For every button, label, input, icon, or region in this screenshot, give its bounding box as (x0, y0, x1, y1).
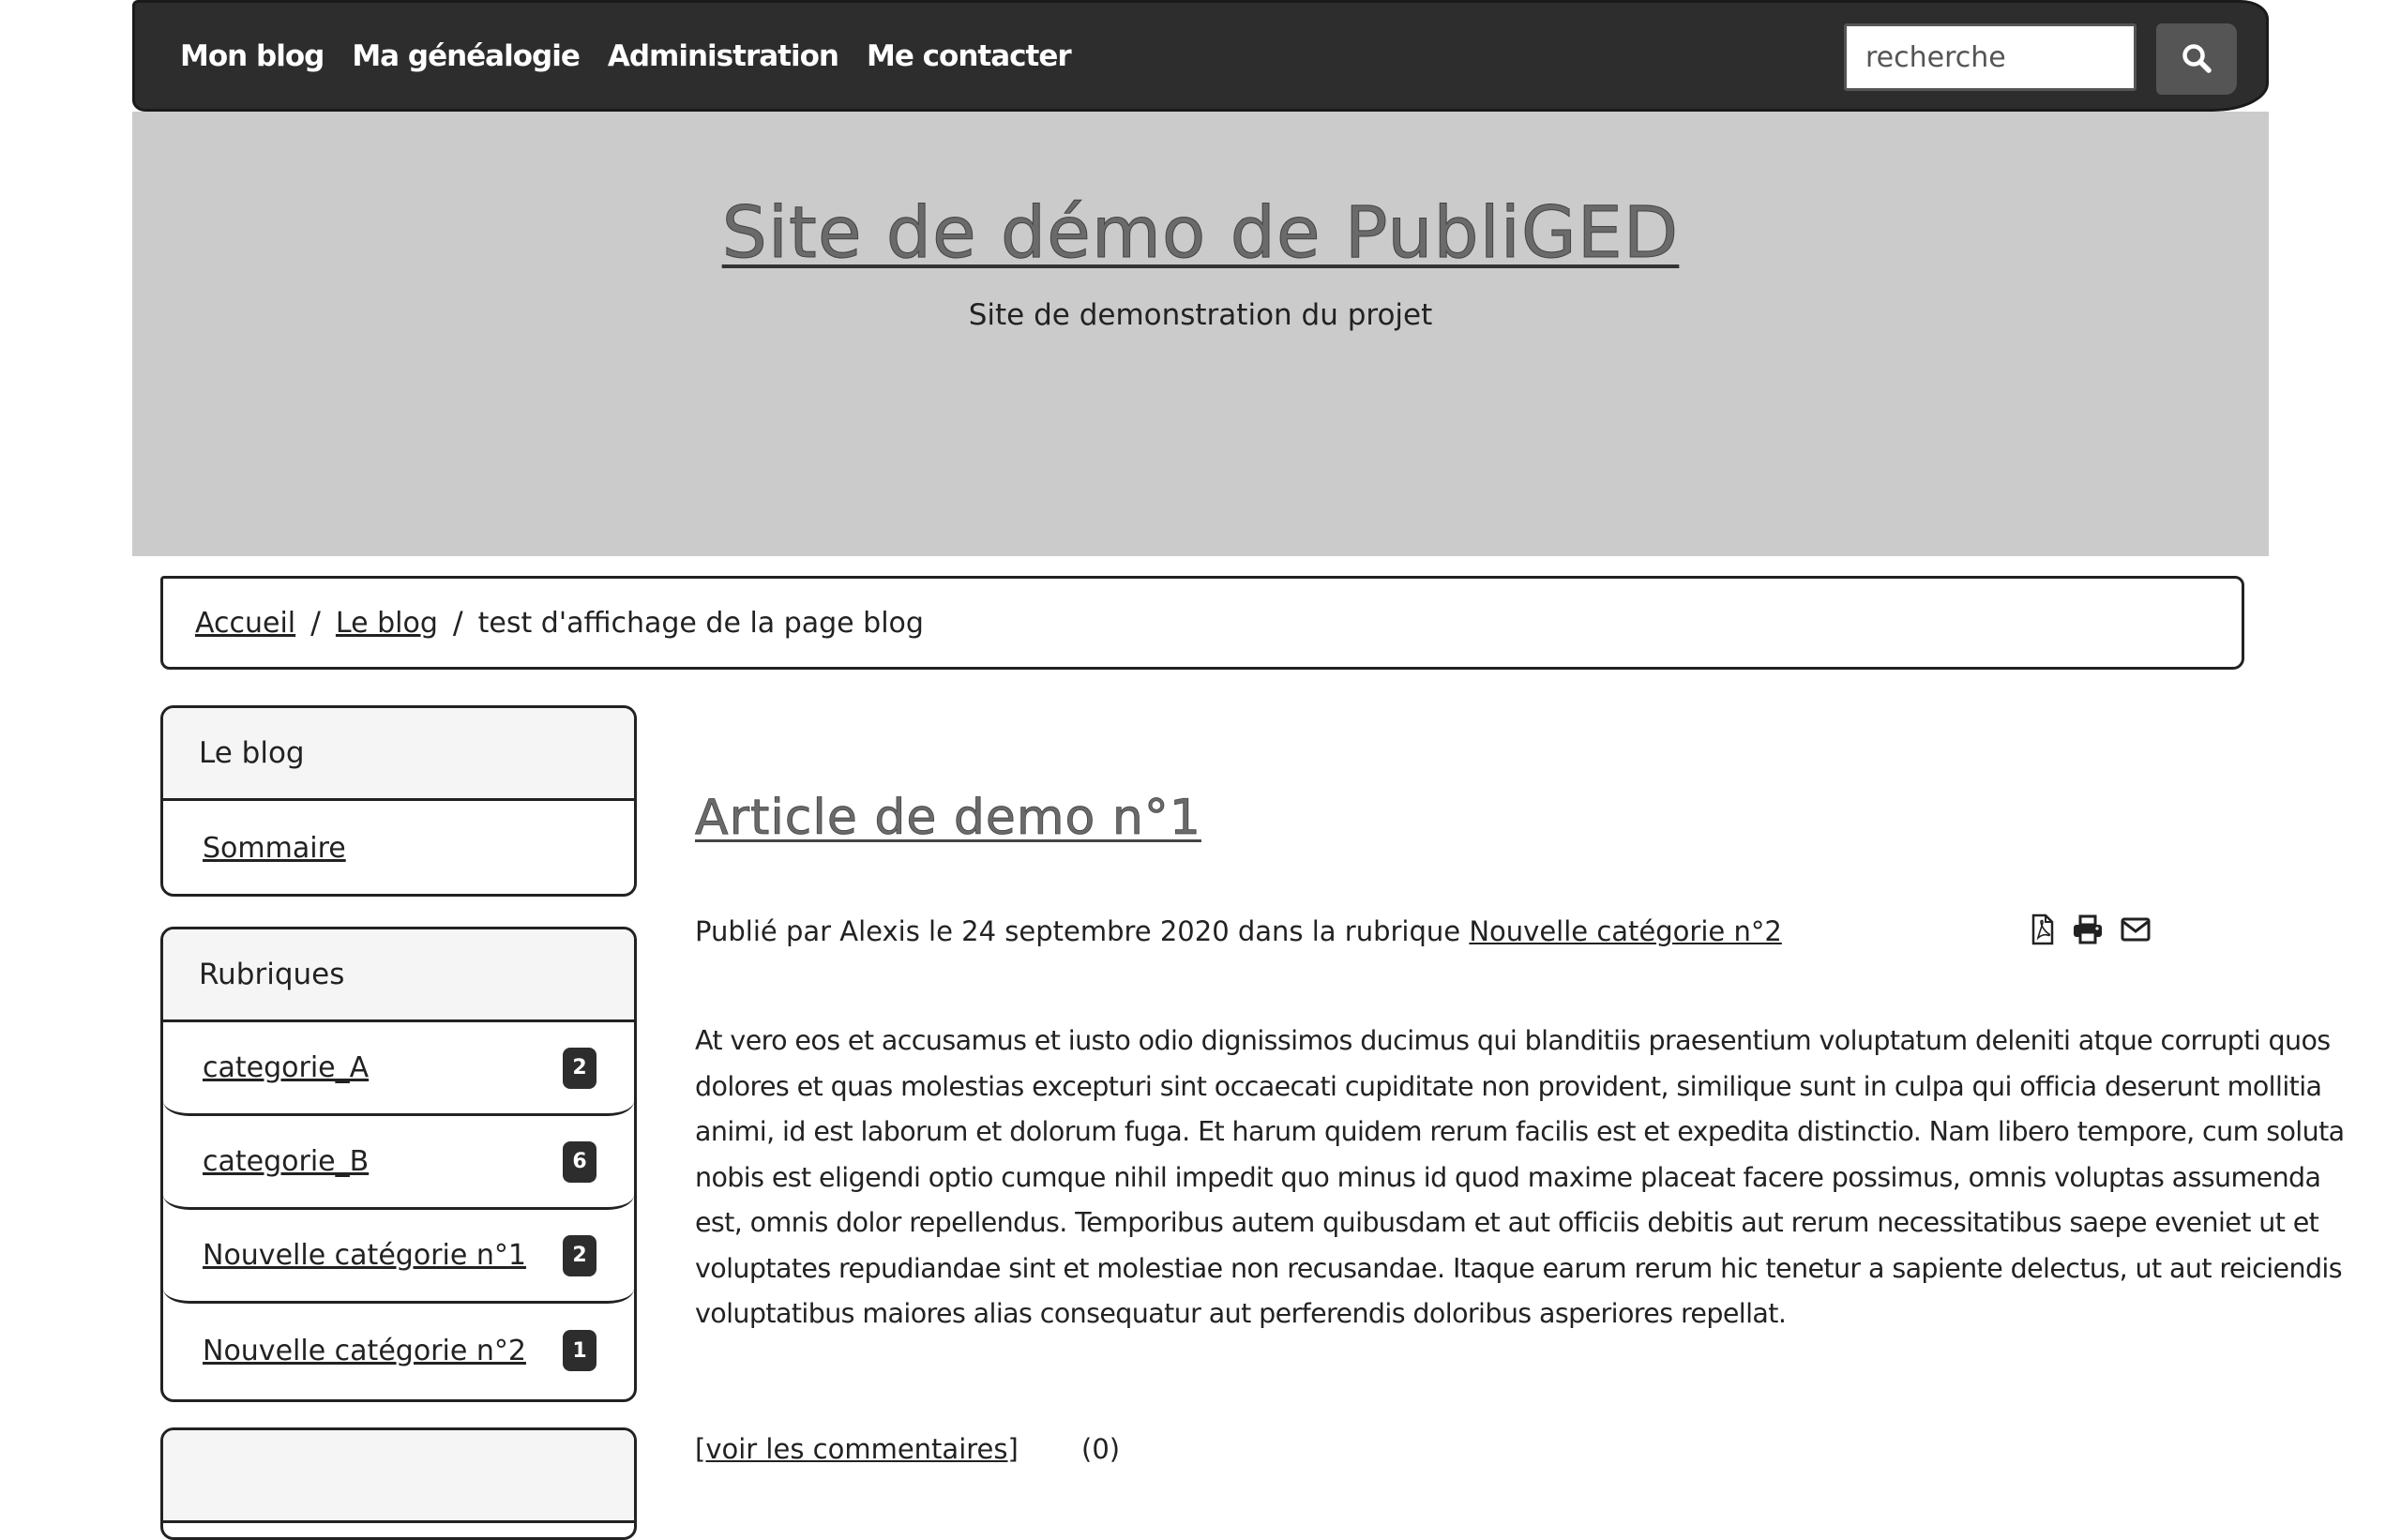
sidebar-panel-blog: Le blog Sommaire (160, 705, 637, 897)
sidebar-item-categorie-a[interactable]: categorie_A 2 (163, 1022, 634, 1116)
site-title[interactable]: Site de démo de PubliGED (132, 190, 2269, 275)
sidebar-item-label[interactable]: Nouvelle catégorie n°1 (203, 1239, 526, 1272)
article-title[interactable]: Article de demo n°1 (695, 790, 1201, 847)
sidebar-item-nouvelle-categorie-1[interactable]: Nouvelle catégorie n°1 2 (163, 1210, 634, 1304)
sidebar-item-label[interactable]: Sommaire (203, 832, 346, 865)
breadcrumb-separator: / (310, 605, 321, 641)
panel-heading-rubriques: Rubriques (163, 929, 634, 1022)
top-navbar: Mon blog Ma généalogie Administration Me… (132, 0, 2269, 112)
breadcrumb-link-accueil[interactable]: Accueil (195, 607, 295, 640)
sidebar-item-nouvelle-categorie-2[interactable]: Nouvelle catégorie n°2 1 (163, 1304, 634, 1397)
search-button[interactable] (2156, 23, 2237, 95)
breadcrumb-link-le-blog[interactable]: Le blog (336, 607, 438, 640)
sidebar-item-label[interactable]: Nouvelle catégorie n°2 (203, 1335, 526, 1367)
count-badge: 1 (563, 1330, 596, 1371)
site-subtitle: Site de demonstration du projet (968, 298, 1433, 332)
view-comments-link[interactable]: [voir les commentaires] (695, 1433, 1019, 1465)
nav-link-mon-blog[interactable]: Mon blog (180, 39, 325, 73)
sidebar-item-sommaire[interactable]: Sommaire (163, 801, 634, 894)
nav-link-administration[interactable]: Administration (608, 39, 839, 73)
breadcrumb-separator: / (452, 605, 463, 641)
article-actions (2031, 913, 2151, 945)
site-header: Site de démo de PubliGED Site de demonst… (132, 112, 2269, 556)
article-category-link[interactable]: Nouvelle catégorie n°2 (1469, 915, 1781, 947)
sidebar-item-categorie-b[interactable]: categorie_B 6 (163, 1116, 634, 1210)
breadcrumb-current: test d'affichage de la page blog (477, 606, 924, 640)
count-badge: 2 (563, 1234, 596, 1276)
pdf-icon[interactable] (2031, 913, 2055, 945)
print-icon[interactable] (2072, 914, 2104, 944)
count-badge: 2 (563, 1047, 596, 1089)
comments-count: (0) (1081, 1433, 1121, 1465)
sidebar-item-label[interactable]: categorie_A (203, 1051, 369, 1084)
nav-link-me-contacter[interactable]: Me contacter (867, 39, 1072, 73)
article-meta-text: Publié par Alexis le 24 septembre 2020 d… (695, 915, 1461, 947)
sidebar-panel-rubriques: Rubriques categorie_A 2 categorie_B 6 No… (160, 927, 637, 1402)
sidebar-panel-next (160, 1427, 637, 1540)
search-icon (2181, 42, 2212, 77)
email-icon[interactable] (2121, 916, 2151, 943)
article-meta: Publié par Alexis le 24 septembre 2020 d… (695, 915, 1782, 947)
search-input[interactable] (1844, 23, 2137, 91)
article-body: At vero eos et accusamus et iusto odio d… (695, 1025, 2345, 1329)
panel-heading-next (163, 1430, 634, 1523)
count-badge: 6 (563, 1140, 596, 1183)
sidebar-item-label[interactable]: categorie_B (203, 1145, 369, 1178)
nav-links: Mon blog Ma généalogie Administration Me… (180, 39, 1072, 73)
breadcrumb: Accueil / Le blog / test d'affichage de … (160, 576, 2244, 670)
panel-heading-blog: Le blog (163, 708, 634, 801)
nav-link-ma-genealogie[interactable]: Ma généalogie (352, 39, 581, 73)
